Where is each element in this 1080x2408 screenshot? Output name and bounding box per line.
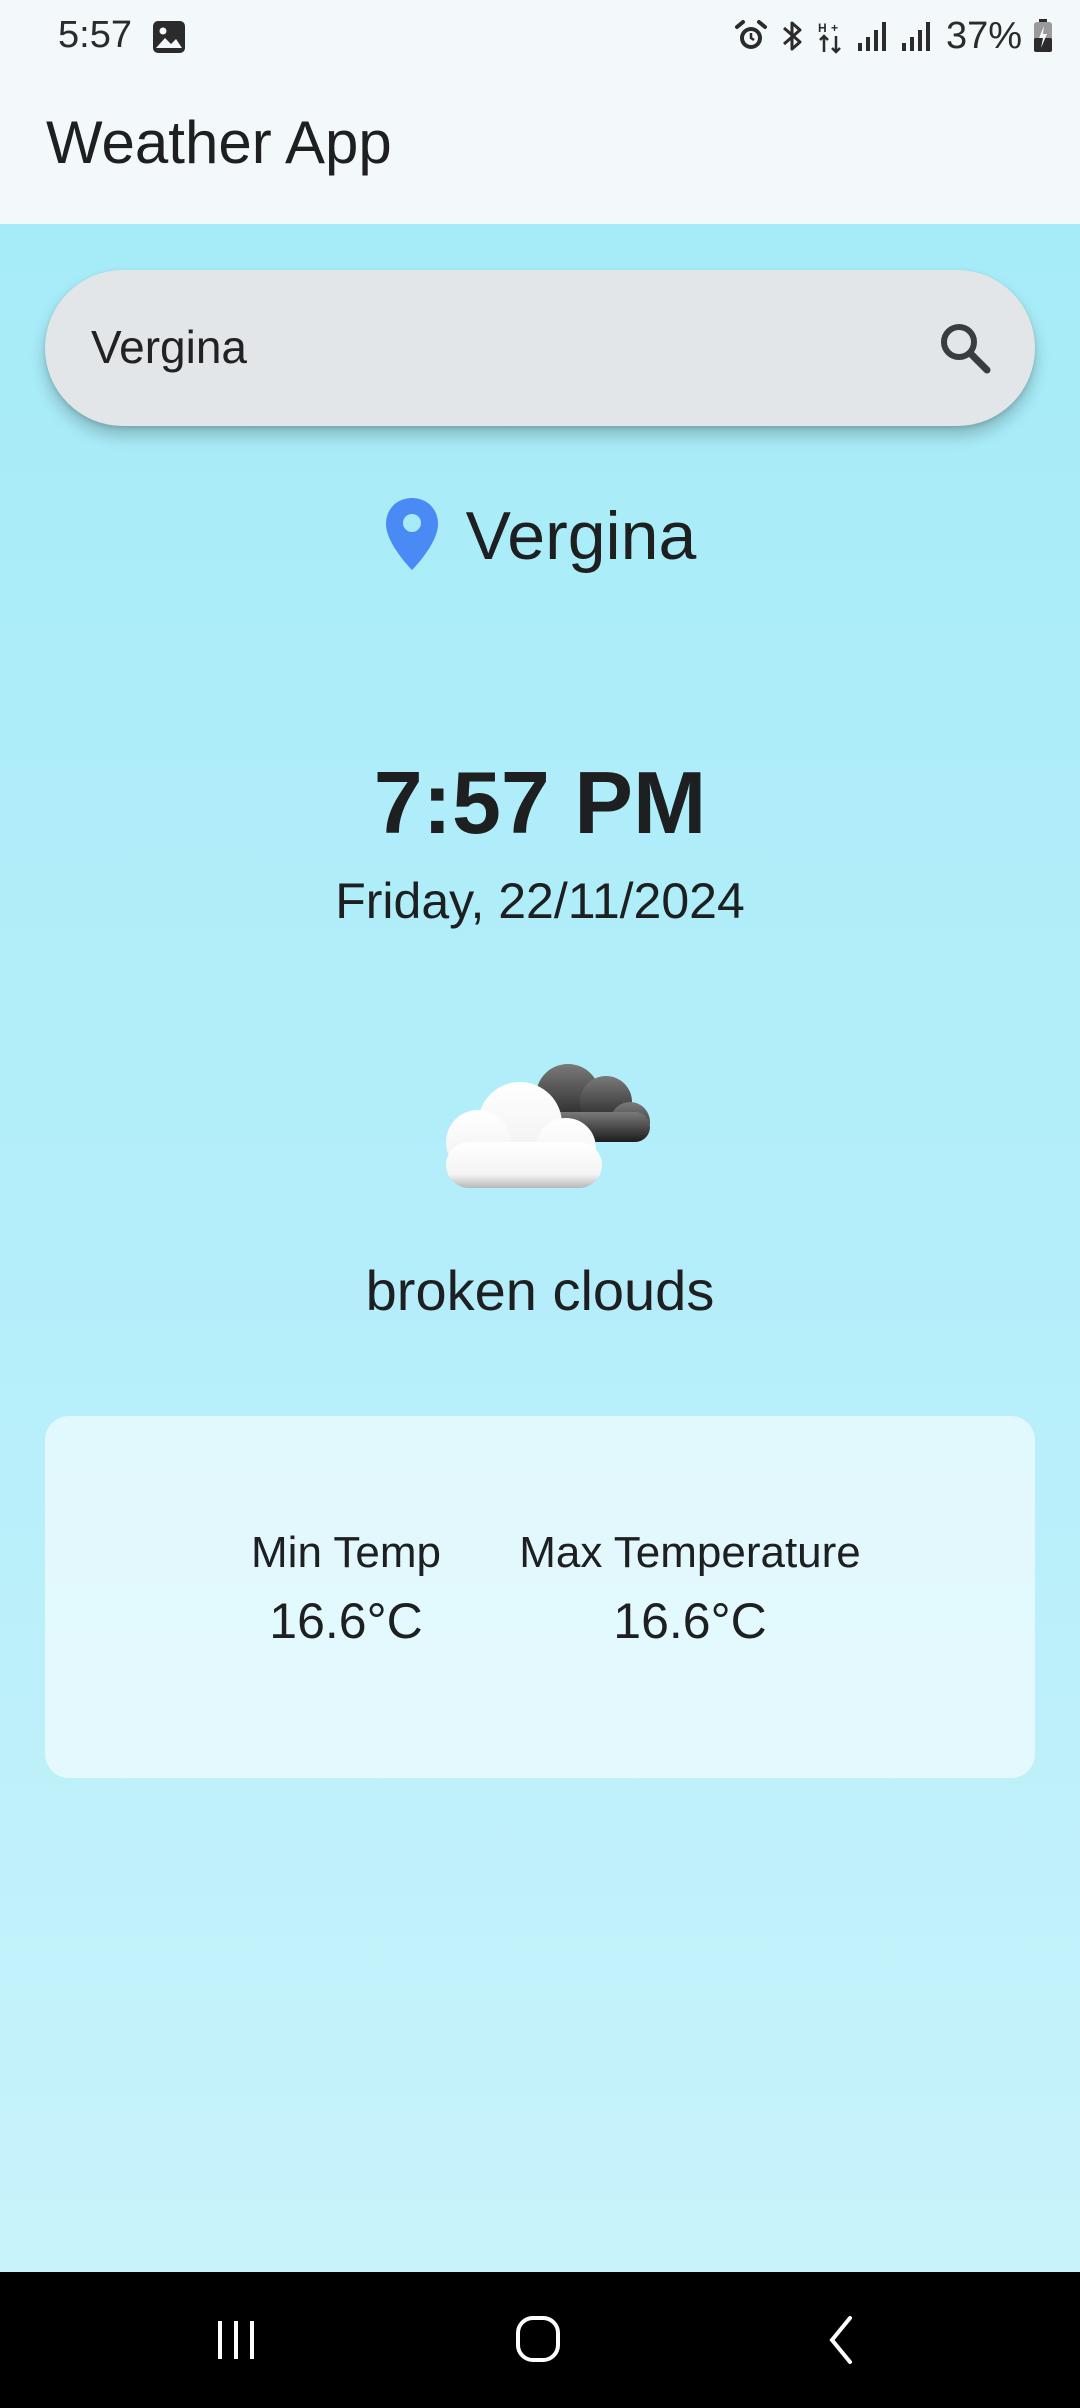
back-icon[interactable] [802, 2310, 882, 2370]
data-arrows-icon: H + [816, 18, 846, 54]
temperature-card: Min Temp 16.6°C Max Temperature 16.6°C [45, 1416, 1035, 1778]
location-name: Vergina [465, 498, 697, 574]
min-temp-column: Min Temp 16.6°C [196, 1526, 496, 1654]
status-icons: H + 37% [734, 14, 1054, 58]
battery-percent: 37% [945, 14, 1022, 57]
max-temp-value: 16.6°C [613, 1593, 767, 1649]
bluetooth-icon [778, 18, 806, 54]
navigation-bar [0, 2272, 1080, 2408]
min-temp-value: 16.6°C [269, 1593, 423, 1649]
home-icon[interactable] [498, 2310, 578, 2370]
search-bar[interactable]: Vergina [45, 270, 1035, 426]
min-temp-label: Min Temp [251, 1528, 441, 1577]
svg-text:+: + [831, 21, 838, 35]
weather-content: Vergina Vergina 7:57 PM Friday, 22/11/20… [0, 224, 1080, 2272]
app-title: Weather App [46, 109, 392, 176]
location-pin-icon [384, 496, 440, 577]
status-bar: 5:57 H + 37% [0, 0, 1080, 72]
current-time: 7:57 PM [373, 753, 707, 852]
battery-charging-icon [1032, 18, 1054, 54]
current-date: Friday, 22/11/2024 [335, 873, 745, 929]
search-input[interactable]: Vergina [91, 320, 247, 374]
signal-icon [856, 19, 890, 53]
search-icon[interactable] [925, 308, 1005, 388]
svg-text:H: H [818, 21, 827, 35]
location-row: Vergina [0, 486, 1080, 586]
app-bar: Weather App [0, 72, 1080, 224]
weather-condition: broken clouds [365, 1259, 715, 1322]
max-temp-column: Max Temperature 16.6°C [490, 1526, 890, 1654]
alarm-icon [734, 19, 768, 53]
gallery-icon [152, 20, 186, 54]
max-temp-label: Max Temperature [519, 1528, 861, 1577]
broken-clouds-icon [420, 1024, 670, 1204]
status-time: 5:57 [58, 14, 132, 56]
signal-icon [900, 19, 934, 53]
recent-apps-icon[interactable] [196, 2310, 276, 2370]
